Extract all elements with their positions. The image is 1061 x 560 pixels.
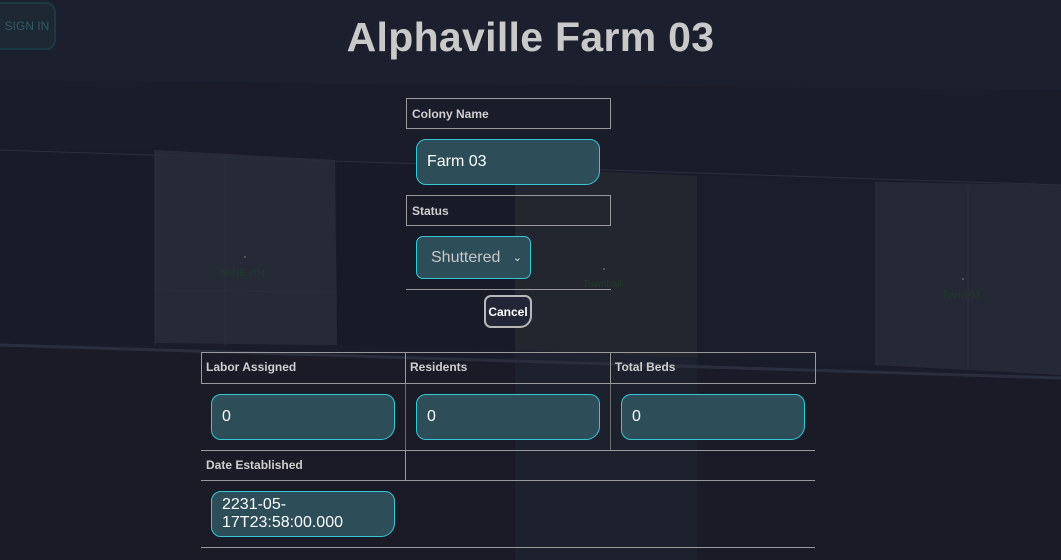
row-divider [201,547,815,548]
chevron-down-icon: ⌄ [512,252,522,264]
divider [406,289,611,290]
colony-name-label: Colony Name [406,98,611,129]
map-marker-icon [962,278,964,280]
page-title: Alphaville Farm 03 [346,14,715,60]
map-tiles [0,0,1061,560]
row-divider [201,480,815,481]
residents-input[interactable]: 0 [416,394,600,440]
column-divider [405,384,406,450]
total-beds-input[interactable]: 0 [621,394,805,440]
column-divider [610,384,611,450]
total-beds-label: Total Beds [615,360,676,374]
date-established-label: Date Established [206,458,303,472]
labor-assigned-input[interactable]: 0 [211,394,395,440]
colony-name-input[interactable]: Farm 03 [416,139,600,185]
date-established-input[interactable]: 2231-05-17T23:58:00.000 [211,491,395,537]
status-select-value: Shuttered [431,248,501,266]
map-marker-icon [244,256,246,258]
map-label-farm[interactable]: Farm 03 [943,290,980,301]
map-label-mine[interactable]: MINE #04 [221,268,265,279]
background-map[interactable]: MINE #04 Townhall Farm 03 [0,0,1061,560]
labor-assigned-label: Labor Assigned [206,360,297,374]
status-select[interactable]: Shuttered ⌄ [416,236,531,279]
residents-label: Residents [410,360,468,374]
status-label: Status [406,195,611,226]
map-marker-icon [603,268,605,270]
cancel-button[interactable]: Cancel [484,295,532,328]
